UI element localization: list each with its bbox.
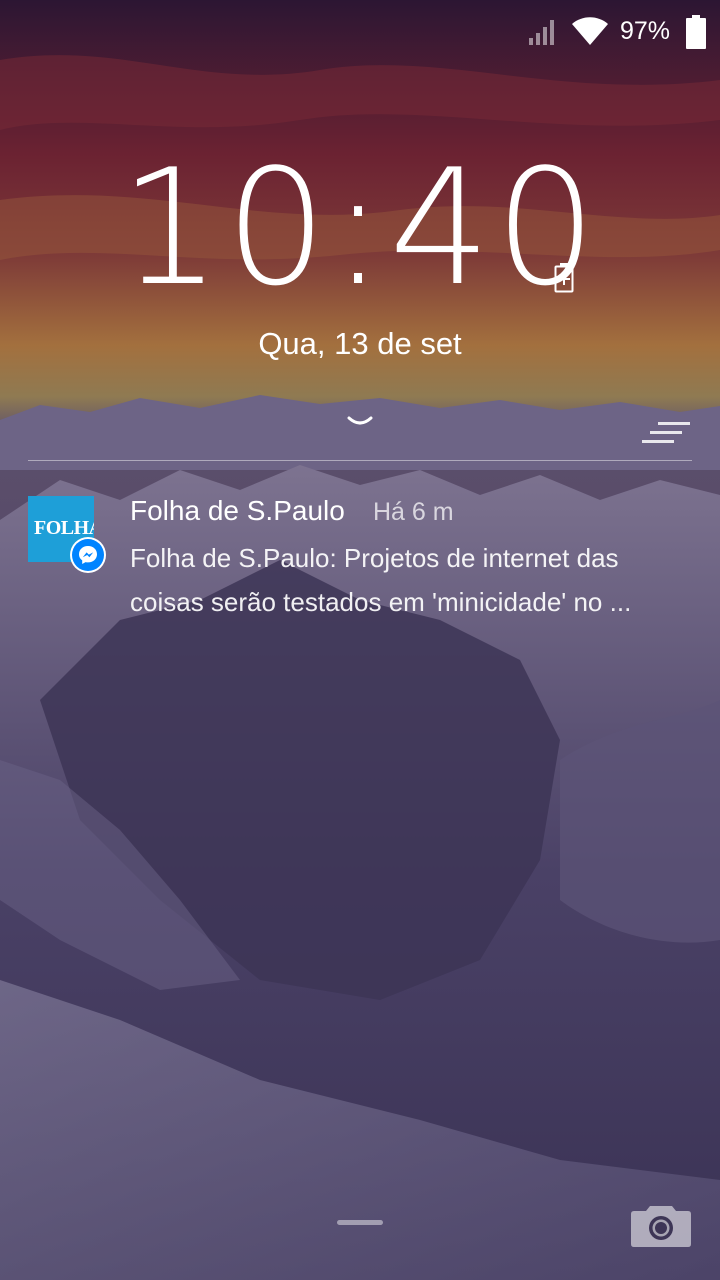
clear-all-icon[interactable] [640, 420, 692, 446]
notification-card[interactable]: FOLHA Folha de S.Paulo Há 6 m Folha de S… [0, 480, 720, 630]
messenger-icon [72, 539, 104, 571]
notification-time: Há 6 m [373, 498, 454, 526]
cellular-signal-icon [529, 20, 554, 45]
notification-body: Folha de S.Paulo: Projetos de internet d… [130, 536, 690, 624]
notification-divider [28, 460, 692, 461]
camera-icon[interactable] [630, 1202, 692, 1248]
battery-percent: 97% [620, 17, 671, 45]
wifi-icon [572, 17, 608, 45]
notification-title: Folha de S.Paulo [130, 495, 345, 526]
messenger-badge [70, 537, 106, 573]
lock-screen: 97% 10:40 Qua, 13 de set FOLHA [0, 0, 720, 1280]
lockscreen-date: Qua, 13 de set [258, 326, 462, 361]
notification-body-line-1: Folha de S.Paulo: Projetos de internet d… [130, 543, 619, 573]
app-icon-text: FOLHA [34, 517, 94, 539]
chevron-down-icon[interactable] [346, 414, 374, 430]
status-bar: 97% [0, 0, 720, 64]
lockscreen-clock: 10:40 [119, 134, 601, 321]
battery-icon [686, 15, 706, 49]
battery-charging-icon [554, 263, 574, 293]
notification-body-line-2: coisas serão testados em 'minicidade' no… [130, 587, 632, 617]
home-handle[interactable] [337, 1220, 383, 1225]
